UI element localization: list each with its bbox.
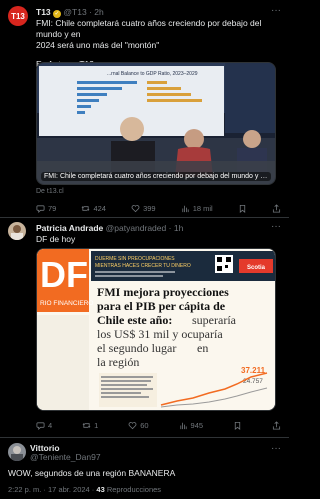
newspaper-image[interactable]: DF RIO FINANCIERO DUERME SIN PREOCUPACIO… — [36, 248, 276, 411]
heart-icon — [128, 421, 137, 429]
views-icon — [179, 422, 187, 429]
card-caption: FMI: Chile completará cuatro años crecie… — [41, 172, 271, 181]
tweet2-header: Patricia Andrade @patyandraded · 1h — [36, 223, 183, 233]
patricia-avatar[interactable] — [8, 222, 26, 240]
tweet3-text: WOW, segundos de una región BANANERA — [8, 468, 176, 478]
retweet-button[interactable]: 1 — [82, 421, 98, 430]
divider — [0, 437, 289, 438]
banner-line-1: DUERME SIN PREOCUPACIONES — [95, 256, 175, 262]
views-count: 18 mil — [192, 203, 213, 213]
df-logo-sub: RIO FINANCIERO — [40, 300, 93, 307]
retweet-icon — [82, 422, 91, 428]
tweet-time[interactable]: 1h — [174, 223, 183, 233]
more-icon[interactable]: ··· — [271, 5, 281, 16]
author-handle[interactable]: @patyandraded — [106, 223, 167, 233]
retweet-count: 424 — [93, 203, 106, 213]
author-name[interactable]: Patricia Andrade — [36, 223, 103, 233]
banner-brand: Scotia — [247, 265, 266, 271]
share-icon — [272, 203, 280, 213]
like-button[interactable]: 399 — [131, 204, 156, 213]
banner-line-2: MIENTRAS HACES CRECER TU DINERO — [95, 263, 191, 269]
reply-count: 79 — [48, 203, 57, 213]
df-logo: DF — [40, 254, 88, 295]
tweet3-meta: 2:22 p. m. · 17 abr. 2024 · 43 Reproducc… — [8, 485, 161, 494]
tweet1-actions: 79 424 399 18 mil — [36, 202, 281, 214]
card-chart-title: ...rnal Balance to GDP Ratio, 2023–2029 — [107, 71, 198, 77]
more-icon[interactable]: ··· — [271, 221, 281, 232]
views-button[interactable]: 945 — [179, 420, 204, 430]
tweet1-header: T13 ✓ @T13 · 2h — [36, 7, 104, 18]
author-handle[interactable]: @T13 — [63, 7, 86, 17]
like-count: 399 — [143, 203, 156, 213]
tweet2-actions: 4 1 60 945 — [36, 419, 281, 431]
avatar-image — [11, 446, 23, 461]
verified-badge-icon: ✓ — [53, 10, 62, 18]
author-name[interactable]: T13 — [36, 7, 51, 17]
newspaper-clip: DF RIO FINANCIERO DUERME SIN PREOCUPACIO… — [37, 249, 275, 410]
vittorio-avatar[interactable] — [8, 443, 26, 461]
headline-line-6: la región — [97, 355, 139, 369]
headline-line-5b: en — [197, 341, 208, 355]
heart-icon — [131, 204, 140, 212]
retweet-button[interactable]: 424 — [81, 204, 106, 213]
separator-dot: · — [168, 223, 172, 233]
headline-line-4: los US$ 31 mil y ocuparía — [97, 327, 223, 341]
share-icon — [272, 420, 281, 430]
share-button[interactable] — [272, 420, 281, 430]
avatar-image — [11, 225, 23, 240]
separator-dot: · — [89, 7, 92, 17]
tweet-text-line: FMI: Chile completará cuatro años crecie… — [36, 18, 262, 39]
reply-button[interactable]: 79 — [36, 204, 56, 213]
views-count: 945 — [190, 420, 204, 430]
tweet-time[interactable]: 2h — [94, 7, 103, 17]
bookmark-icon — [234, 421, 241, 430]
bookmark-button[interactable] — [238, 204, 247, 213]
tweet2-text: DF de hoy — [36, 234, 76, 244]
headline-line-3b: superaría — [192, 313, 237, 327]
views-count: 43 — [96, 485, 105, 494]
avatar-logo-text: T13 — [11, 11, 25, 21]
divider — [0, 217, 289, 218]
views-button[interactable]: 18 mil — [181, 204, 213, 213]
headline-line-2: para el PIB per cápita de — [97, 299, 226, 313]
share-button[interactable] — [272, 203, 281, 213]
like-button[interactable]: 60 — [128, 420, 149, 430]
headline-line-1: FMI mejora proyecciones — [97, 285, 229, 299]
author-handle[interactable]: @Teniente_Dan97 — [30, 452, 101, 462]
reply-button[interactable]: 4 — [36, 421, 52, 430]
views-icon — [182, 205, 189, 212]
reply-icon — [36, 421, 45, 430]
reply-icon — [36, 204, 45, 213]
reply-count: 4 — [48, 420, 53, 430]
card-source[interactable]: De t13.cl — [36, 188, 64, 195]
headline-line-5: el segundo lugar — [97, 341, 176, 355]
t13-avatar[interactable]: T13 — [8, 6, 28, 26]
retweet-count: 1 — [94, 420, 99, 430]
more-icon[interactable]: ··· — [271, 443, 281, 454]
card-image: ...rnal Balance to GDP Ratio, 2023–2029 — [37, 63, 275, 184]
headline-line-3a: Chile este año: — [97, 313, 172, 327]
link-card[interactable]: ...rnal Balance to GDP Ratio, 2023–2029 … — [36, 62, 276, 185]
tweet-timestamp[interactable]: 2:22 p. m. · 17 abr. 2024 · — [8, 485, 94, 494]
bookmark-icon — [239, 204, 245, 213]
tweet-text-line: 2024 será uno más del "montón" — [36, 40, 160, 50]
like-count: 60 — [140, 420, 149, 430]
bookmark-button[interactable] — [233, 421, 242, 430]
views-label: Reproducciones — [106, 485, 162, 494]
retweet-icon — [82, 205, 90, 211]
